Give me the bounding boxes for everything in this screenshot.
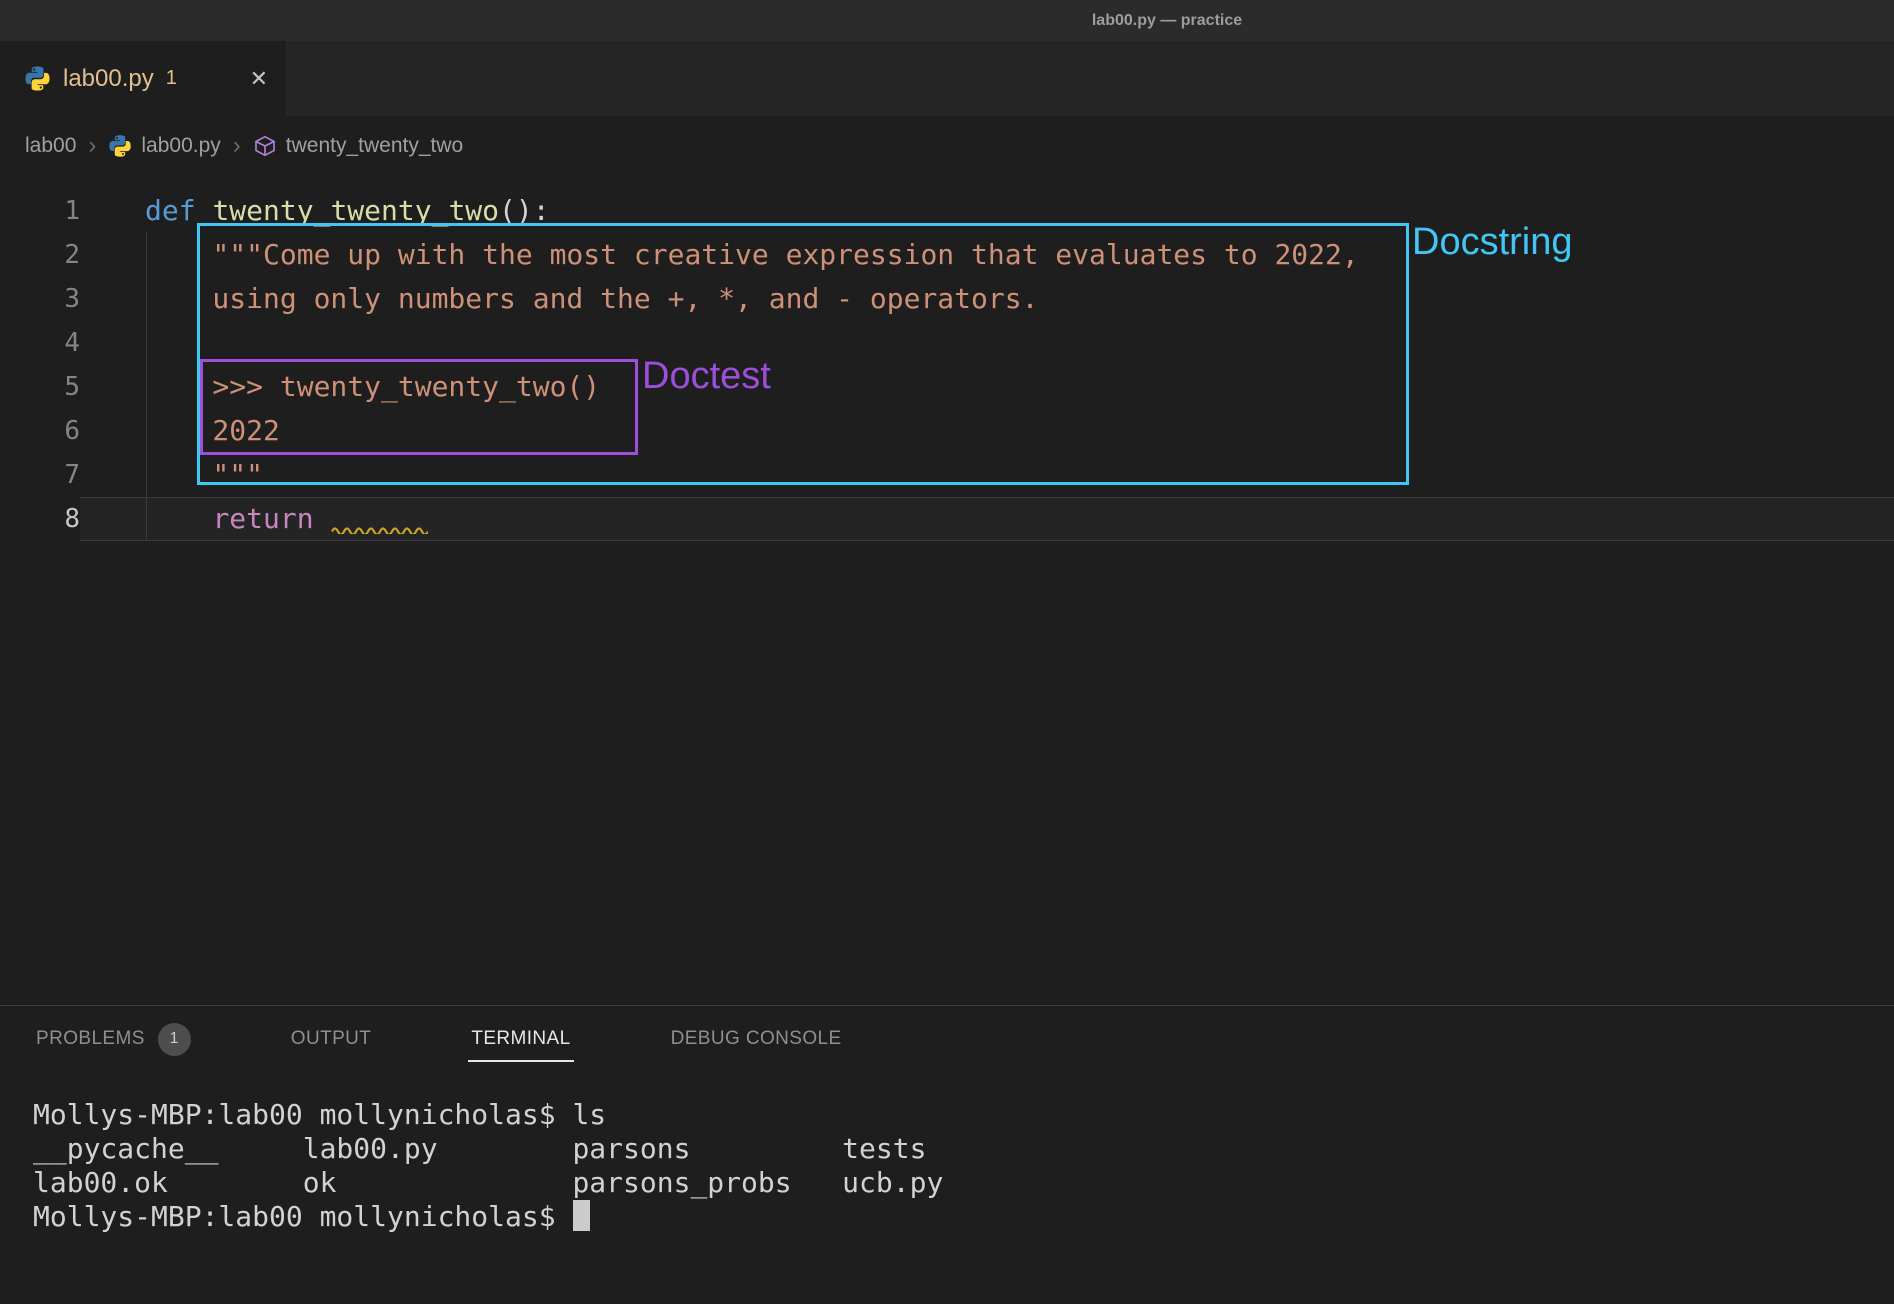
panel-tab-problems[interactable]: PROBLEMS 1: [36, 1023, 191, 1056]
warning-squiggle-icon: [331, 525, 428, 534]
bottom-panel: PROBLEMS 1 OUTPUT TERMINAL DEBUG CONSOLE Mol…: [0, 1005, 1894, 1304]
terminal-content[interactable]: Mollys-MBP:lab00 mollynicholas$ ls__pyca…: [33, 1098, 1894, 1234]
terminal-cursor: [573, 1200, 590, 1231]
doctest-annotation-label: Doctest: [642, 355, 771, 398]
chevron-right-icon: ›: [233, 132, 241, 160]
panel-tab-debug-console[interactable]: DEBUG CONSOLE: [671, 1028, 842, 1050]
tab-label: lab00.py: [63, 65, 154, 93]
line-number: 2: [0, 233, 80, 277]
breadcrumb-symbol[interactable]: twenty_twenty_two: [286, 134, 463, 158]
terminal-line: Mollys-MBP:lab00 mollynicholas$ ls: [33, 1098, 1894, 1132]
tab-bar: lab00.py 1 ✕: [0, 41, 1894, 116]
python-icon: [24, 65, 51, 92]
line-number: 8: [0, 497, 80, 541]
panel-tab-label: TERMINAL: [471, 1028, 570, 1050]
window-title: lab00.py — practice: [1092, 0, 1242, 41]
line-number: 3: [0, 277, 80, 321]
docstring-annotation-label: Docstring: [1412, 221, 1573, 264]
panel-tab-label: OUTPUT: [291, 1028, 372, 1050]
doctest-annotation-box: [200, 359, 638, 455]
line-number: 6: [0, 409, 80, 453]
terminal-line: __pycache__ lab00.py parsons tests: [33, 1132, 1894, 1166]
breadcrumb-file[interactable]: lab00.py: [141, 134, 220, 158]
close-icon[interactable]: ✕: [250, 66, 268, 92]
vscode-window: lab00.py — practice lab00.py 1 ✕ lab00 ›…: [0, 0, 1894, 1304]
tab-problem-count: 1: [166, 67, 177, 90]
line-number: 4: [0, 321, 80, 365]
python-icon: [108, 134, 132, 158]
code-line-8[interactable]: 8 return: [0, 497, 1894, 541]
line-number: 1: [0, 189, 80, 233]
panel-tab-terminal[interactable]: TERMINAL: [471, 1028, 570, 1050]
indent-guide: [146, 233, 147, 541]
breadcrumb: lab00 › lab00.py › twenty_twenty_two: [0, 116, 1894, 175]
panel-tab-output[interactable]: OUTPUT: [291, 1028, 372, 1050]
code-text: return: [80, 497, 1894, 541]
line-number: 5: [0, 365, 80, 409]
editor[interactable]: 1def twenty_twenty_two():2 """Come up wi…: [0, 175, 1894, 1005]
panel-tab-label: PROBLEMS: [36, 1028, 145, 1050]
terminal-line: lab00.ok ok parsons_probs ucb.py: [33, 1166, 1894, 1200]
titlebar: lab00.py — practice: [0, 0, 1894, 41]
panel-tabs: PROBLEMS 1 OUTPUT TERMINAL DEBUG CONSOLE: [0, 1006, 1894, 1072]
terminal-line: Mollys-MBP:lab00 mollynicholas$: [33, 1200, 1894, 1234]
problems-count-badge: 1: [158, 1023, 191, 1056]
symbol-cube-icon: [253, 134, 277, 158]
breadcrumb-folder[interactable]: lab00: [25, 134, 76, 158]
chevron-right-icon: ›: [88, 132, 96, 160]
line-number: 7: [0, 453, 80, 497]
panel-tab-label: DEBUG CONSOLE: [671, 1028, 842, 1050]
tab-lab00py[interactable]: lab00.py 1 ✕: [0, 41, 287, 116]
